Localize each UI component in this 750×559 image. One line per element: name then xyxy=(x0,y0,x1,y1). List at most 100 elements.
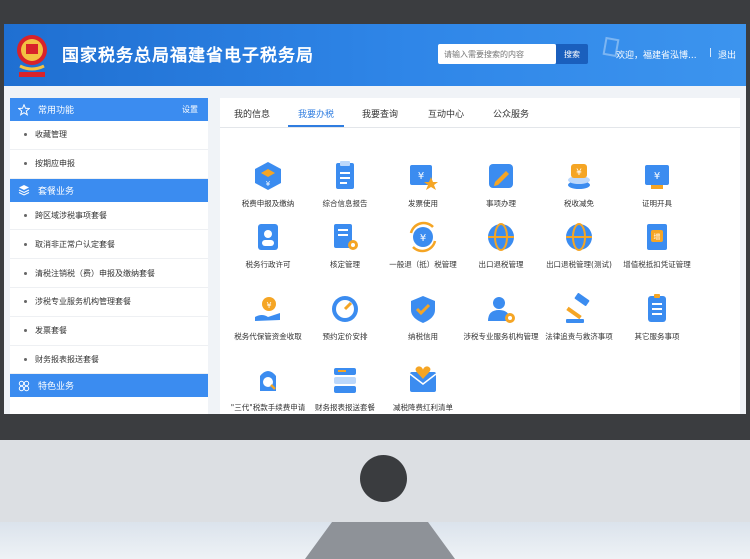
service-item[interactable]: 其它服务事项 xyxy=(617,293,697,342)
globe-icon xyxy=(488,223,514,251)
bullet-icon xyxy=(24,213,27,217)
sidebar-item[interactable]: 财务报表报送套餐 xyxy=(10,346,208,375)
service-label: "三代"税款手续费申请 xyxy=(230,403,306,412)
service-label: 综合信息报告 xyxy=(322,199,368,208)
service-label: 减税降费红利清单 xyxy=(393,403,453,412)
service-item[interactable]: 事项办理 xyxy=(461,160,541,209)
service-item[interactable]: 出口退税管理 xyxy=(461,221,541,270)
national-emblem-icon xyxy=(17,35,47,77)
bullet-icon xyxy=(24,300,27,304)
service-label: 法律追责与救济事项 xyxy=(545,332,613,341)
service-item[interactable]: 纳税信用 xyxy=(383,293,463,342)
service-label: 出口退税管理 xyxy=(478,260,524,269)
service-item[interactable]: 法律追责与救济事项 xyxy=(539,293,619,342)
svg-text:¥: ¥ xyxy=(266,301,271,310)
service-item[interactable]: ¥ 税务代保管资金收取 xyxy=(228,293,308,342)
gavel-icon xyxy=(566,293,590,323)
sidebar: 常用功能 设置收藏管理 按期应申报 套餐业务 跨区域涉税事项套餐 取消非正常户认定套餐清税… xyxy=(10,98,208,414)
welcome-user-text[interactable]: 欢迎，福建省泓博... xyxy=(616,48,697,61)
sidebar-section-header[interactable]: 套餐业务 xyxy=(10,178,208,202)
service-item[interactable]: "三代"税款手续费申请 xyxy=(228,364,308,413)
service-item[interactable]: 出口退税管理(测试) xyxy=(539,221,619,270)
agency-icon xyxy=(488,297,515,323)
sidebar-item-label: 发票套餐 xyxy=(35,326,67,336)
service-item[interactable]: 减税降费红利清单 xyxy=(383,364,463,413)
service-item[interactable]: 财务报表报送套餐 xyxy=(305,364,385,413)
tab-interaction[interactable]: 互动中心 xyxy=(428,107,464,120)
service-label: 一般退（抵）税管理 xyxy=(389,260,457,269)
search-input[interactable] xyxy=(438,44,556,64)
tab-public-service[interactable]: 公众服务 xyxy=(493,107,529,120)
sidebar-item[interactable]: 清税注销税（费）申报及缴纳套餐 xyxy=(10,259,208,288)
edit-icon xyxy=(489,164,513,188)
tax-declare-icon: ¥ xyxy=(255,162,281,190)
sidebar-item[interactable]: 收藏管理 xyxy=(10,121,208,150)
layers-icon xyxy=(18,185,30,196)
svg-text:¥: ¥ xyxy=(420,233,426,244)
sidebar-section-header[interactable]: 常用功能 设置 xyxy=(10,98,208,121)
credit-icon xyxy=(411,296,435,323)
service-label: 税务行政许可 xyxy=(245,260,291,269)
service-item[interactable]: 增增值税抵扣凭证管理 xyxy=(617,221,697,270)
service-item[interactable]: 涉税专业服务机构管理 xyxy=(461,293,541,342)
monitor-bezel-bottom xyxy=(0,414,750,440)
service-item[interactable]: ¥ 税收减免 xyxy=(539,160,619,209)
screen: 国家税务总局福建省电子税务局 搜索 欢迎，福建省泓博... | 退出 常用功能 设… xyxy=(4,24,746,414)
service-item[interactable]: ¥ 发票使用 xyxy=(383,160,463,209)
service-label: 证明开具 xyxy=(642,199,672,208)
bullet-icon xyxy=(24,242,27,246)
doc-gear-icon xyxy=(334,224,358,250)
service-label: 发票使用 xyxy=(408,199,438,208)
svg-text:增: 增 xyxy=(654,232,661,241)
sidebar-item[interactable]: 跨区域涉税事项套餐 xyxy=(10,202,208,231)
service-label: 预约定价安排 xyxy=(322,332,368,341)
bullet-icon xyxy=(24,329,27,333)
search-button[interactable]: 搜索 xyxy=(556,44,588,64)
sidebar-item-label: 清税注销税（费）申报及缴纳套餐 xyxy=(35,268,155,278)
svg-text:¥: ¥ xyxy=(576,168,582,178)
service-label: 涉税专业服务机构管理 xyxy=(463,332,539,341)
service-label: 出口退税管理(测试) xyxy=(546,260,612,269)
invoice-icon: ¥ xyxy=(410,165,438,190)
sidebar-item[interactable]: 发票套餐 xyxy=(10,317,208,346)
service-item[interactable]: ¥ 税费申报及缴纳 xyxy=(228,160,308,209)
sidebar-item[interactable]: 按期应申报 xyxy=(10,150,208,179)
coins-icon: ¥ xyxy=(568,164,590,189)
service-label: 增值税抵扣凭证管理 xyxy=(623,260,691,269)
certificate-icon: ¥ xyxy=(645,165,669,189)
sidebar-item[interactable]: 取消非正常户认定套餐 xyxy=(10,230,208,260)
service-item[interactable]: 税务行政许可 xyxy=(228,221,308,270)
service-label: 税务代保管资金收取 xyxy=(234,332,302,341)
active-tab-indicator xyxy=(288,125,344,127)
svg-text:¥: ¥ xyxy=(654,171,660,182)
sidebar-section-title: 常用功能 xyxy=(38,106,75,116)
grid-icon xyxy=(18,380,30,392)
tab-tax-handling[interactable]: 我要办税 xyxy=(298,107,334,120)
svg-text:¥: ¥ xyxy=(266,180,271,188)
service-label: 其它服务事项 xyxy=(634,332,680,341)
service-item[interactable]: 综合信息报告 xyxy=(305,160,385,209)
site-header: 国家税务总局福建省电子税务局 搜索 欢迎，福建省泓博... | 退出 xyxy=(4,24,746,86)
service-item[interactable]: ¥ 一般退（抵）税管理 xyxy=(383,221,463,270)
service-label: 税费申报及缴纳 xyxy=(241,199,295,208)
service-item[interactable]: 预约定价安排 xyxy=(305,293,385,342)
tab-query[interactable]: 我要查询 xyxy=(362,107,398,120)
bullet-icon xyxy=(24,357,27,361)
settings-link[interactable]: 设置 xyxy=(182,104,198,115)
vat-icon: 增 xyxy=(647,224,667,250)
service-label: 纳税信用 xyxy=(408,332,438,341)
service-label: 核定管理 xyxy=(330,260,360,269)
logout-link[interactable]: 退出 xyxy=(718,48,736,61)
tab-my-info[interactable]: 我的信息 xyxy=(234,107,270,120)
sidebar-item[interactable]: 涉税专业服务机构管理套餐 xyxy=(10,288,208,317)
stack-icon xyxy=(334,368,356,393)
star-icon xyxy=(18,103,30,116)
service-item[interactable]: ¥ 证明开具 xyxy=(617,160,697,209)
sidebar-section-header[interactable]: 特色业务 xyxy=(10,374,208,398)
globe-test-icon xyxy=(566,223,592,251)
money-search-icon xyxy=(260,371,276,391)
page-title: 国家税务总局福建省电子税务局 xyxy=(62,46,314,66)
service-item[interactable]: 核定管理 xyxy=(305,221,385,270)
monitor-logo xyxy=(360,455,407,502)
service-label: 财务报表报送套餐 xyxy=(315,403,375,412)
